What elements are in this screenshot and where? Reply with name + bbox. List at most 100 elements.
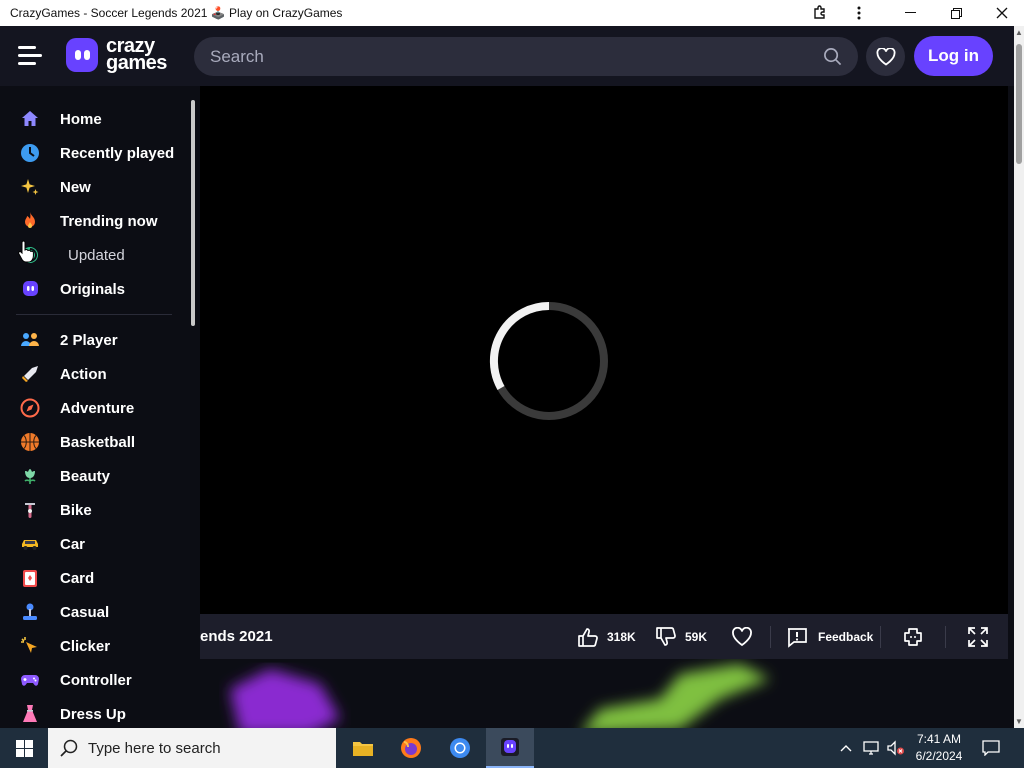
card-icon <box>20 568 40 588</box>
sidebar-item-beauty[interactable]: Beauty <box>0 459 188 493</box>
sidebar-item-2-player[interactable]: 2 Player <box>0 323 188 357</box>
related-games-strip <box>200 659 1014 728</box>
sidebar-item-label: Updated <box>68 246 125 264</box>
feedback-label: Feedback <box>818 630 874 644</box>
firefox-app[interactable] <box>387 728 435 768</box>
favorites-button[interactable] <box>866 37 905 76</box>
compass-icon <box>20 398 40 418</box>
crazygames-logo[interactable]: crazy games <box>66 36 167 74</box>
windows-logo-icon <box>15 739 33 757</box>
start-button[interactable] <box>0 728 48 768</box>
game-title: ends 2021 <box>200 628 273 645</box>
sidebar-item-label: Bike <box>60 501 92 519</box>
show-hidden-icons[interactable] <box>836 728 856 768</box>
sidebar-item-label: Action <box>60 365 107 383</box>
fullscreen-button[interactable] <box>967 622 989 652</box>
sidebar-item-controller[interactable]: Controller <box>0 663 188 697</box>
minimize-button[interactable] <box>896 0 924 26</box>
sidebar-item-casual[interactable]: Casual <box>0 595 188 629</box>
file-explorer-app[interactable] <box>339 728 387 768</box>
sidebar-item-car[interactable]: Car <box>0 527 188 561</box>
sidebar-item-action[interactable]: Action <box>0 357 188 391</box>
logo-mascot-icon <box>66 38 98 72</box>
page-scrollbar[interactable]: ▲ ▼ <box>1014 26 1024 728</box>
restore-button[interactable] <box>942 0 970 26</box>
search-icon[interactable] <box>823 47 842 66</box>
window-title: CrazyGames - Soccer Legends 2021 🕹️ Play… <box>10 6 343 20</box>
car-icon <box>20 534 40 554</box>
game-frame[interactable] <box>200 86 1008 614</box>
network-status[interactable] <box>860 728 884 768</box>
sidebar-scrollbar-thumb[interactable] <box>191 100 195 326</box>
sparkle-icon <box>20 177 40 197</box>
fullscreen-icon <box>968 627 988 647</box>
close-button[interactable] <box>988 0 1016 26</box>
page-scrollbar-thumb[interactable] <box>1016 44 1022 164</box>
sidebar-item-clicker[interactable]: Clicker <box>0 629 188 663</box>
sidebar-item-recently-played[interactable]: Recently played <box>0 136 188 170</box>
sidebar-item-label: Basketball <box>60 433 136 451</box>
logo-text-line2: games <box>106 52 167 74</box>
thumbs-down-icon <box>656 627 676 646</box>
sidebar-item-label: Dress Up <box>60 705 126 723</box>
report-bug-button[interactable] <box>902 622 924 652</box>
site-header: crazy games Log in <box>0 26 1014 86</box>
sidebar-item-label: Card <box>60 569 95 587</box>
sidebar-item-dress-up[interactable]: Dress Up <box>0 697 188 728</box>
chrome-app[interactable] <box>436 728 484 768</box>
sidebar-item-label: Controller <box>60 671 132 689</box>
windows-taskbar: Type here to search 7:41 AM 6/2/2024 <box>0 728 1024 768</box>
sidebar-item-label: Beauty <box>60 467 111 485</box>
volume-status[interactable] <box>884 728 908 768</box>
favorite-game-button[interactable] <box>731 622 753 652</box>
sidebar-item-home[interactable]: Home <box>0 102 188 136</box>
browser-icon <box>450 738 470 758</box>
extension-icon[interactable] <box>808 0 832 26</box>
sidebar-item-label: Casual <box>60 603 110 621</box>
action-center-button[interactable] <box>976 728 1006 768</box>
search-icon <box>60 739 78 757</box>
sidebar-item-bike[interactable]: Bike <box>0 493 188 527</box>
search-bar <box>194 37 858 76</box>
heart-icon <box>732 627 752 647</box>
speaker-muted-icon <box>887 740 904 756</box>
taskbar-search-placeholder: Type here to search <box>88 740 221 757</box>
sidebar-item-trending-now[interactable]: Trending now <box>0 204 188 238</box>
sidebar-item-new[interactable]: New <box>0 170 188 204</box>
sidebar-item-card[interactable]: Card <box>0 561 188 595</box>
taskbar-clock[interactable]: 7:41 AM 6/2/2024 <box>910 731 968 765</box>
loading-spinner-icon <box>489 301 608 420</box>
crazygames-icon <box>20 279 40 299</box>
sidebar-scrollbar[interactable] <box>189 92 197 722</box>
dislike-button[interactable]: 59K <box>655 622 707 652</box>
feedback-icon <box>788 628 807 648</box>
sidebar-divider <box>16 314 172 315</box>
blurred-game-thumbnails <box>230 664 770 728</box>
sword-icon <box>20 364 40 384</box>
like-button[interactable]: 318K <box>577 622 636 652</box>
bike-icon <box>20 500 40 520</box>
hand-cursor-icon <box>18 240 34 263</box>
network-icon <box>863 741 879 755</box>
menu-toggle-icon[interactable] <box>18 44 44 68</box>
bug-icon <box>904 628 922 646</box>
crazygames-app[interactable] <box>486 728 534 768</box>
sidebar: Home Recently played New Trending now Up… <box>0 86 200 728</box>
sidebar-item-adventure[interactable]: Adventure <box>0 391 188 425</box>
clicker-icon <box>20 636 40 656</box>
firefox-icon <box>401 738 421 758</box>
login-button[interactable]: Log in <box>914 36 993 76</box>
search-input[interactable] <box>210 37 810 76</box>
like-count: 318K <box>607 630 636 644</box>
sidebar-item-originals[interactable]: Originals <box>0 272 188 306</box>
clock-date: 6/2/2024 <box>915 749 963 763</box>
heart-icon <box>876 47 895 66</box>
toolbar-divider <box>880 626 881 648</box>
more-options-icon[interactable] <box>848 0 870 26</box>
fire-icon <box>20 211 40 231</box>
taskbar-search[interactable]: Type here to search <box>48 728 336 768</box>
sidebar-item-basketball[interactable]: Basketball <box>0 425 188 459</box>
gamepad-icon <box>20 670 40 690</box>
feedback-button[interactable]: Feedback <box>786 622 873 652</box>
sidebar-item-label: Clicker <box>60 637 111 655</box>
